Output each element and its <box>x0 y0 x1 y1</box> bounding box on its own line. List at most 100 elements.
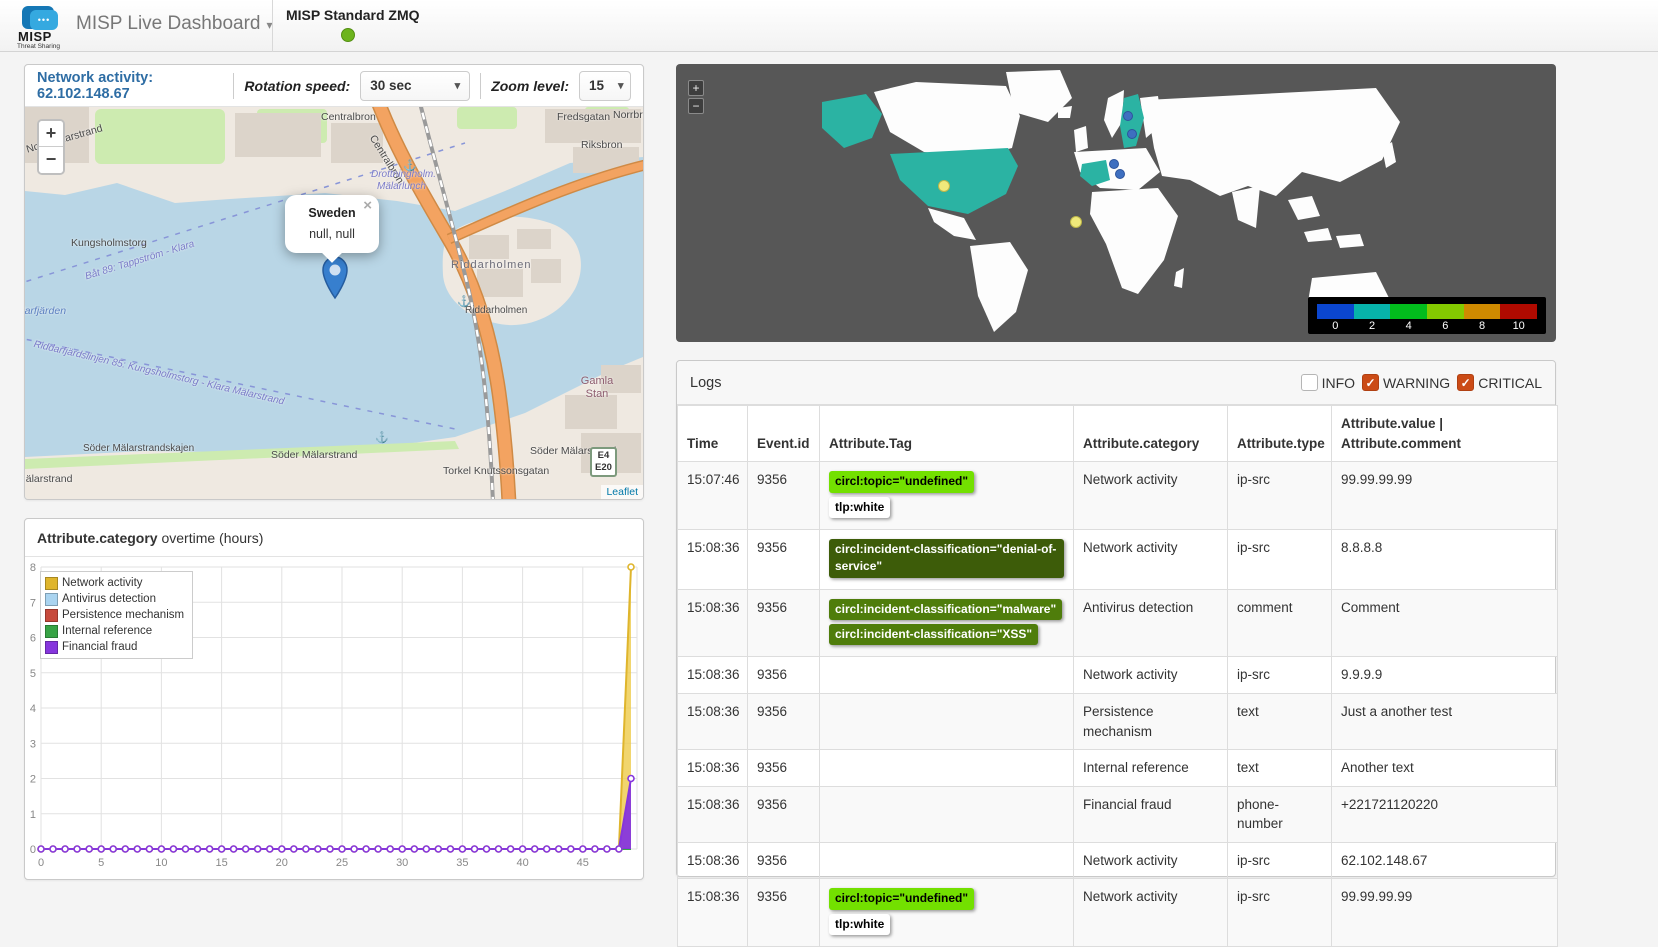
event-dot-yellow <box>939 181 950 192</box>
event-dot-yellow <box>1071 217 1082 228</box>
rotation-speed-value: 30 sec <box>370 78 440 93</box>
col-event-id: Event.id <box>748 406 820 462</box>
attribute-tag[interactable]: tlp:white <box>829 497 890 518</box>
leaflet-link[interactable]: Leaflet <box>606 486 638 498</box>
legend-label: Internal reference <box>62 625 152 637</box>
map-popup: × Sweden null, null <box>285 195 379 253</box>
cell-type: ip-src <box>1228 462 1332 530</box>
chevron-down-icon: ▾ <box>455 79 461 92</box>
legend-label: Antivirus detection <box>62 593 156 605</box>
svg-text:10: 10 <box>155 857 167 869</box>
cell-time: 15:08:36 <box>678 657 748 694</box>
popup-title: Sweden <box>293 206 371 220</box>
filter-label: INFO <box>1322 375 1355 391</box>
cell-event-id: 9356 <box>748 529 820 589</box>
cell-time: 15:08:36 <box>678 694 748 750</box>
map-marker-icon[interactable] <box>321 255 349 301</box>
info-checkbox[interactable]: ✓ <box>1301 374 1318 391</box>
world-zoom-control: + − <box>688 80 704 116</box>
cell-type: ip-src <box>1228 879 1332 947</box>
cell-time: 15:08:36 <box>678 529 748 589</box>
anchor-icon: ⚓ <box>457 295 471 308</box>
legend-item: Network activity <box>45 575 184 591</box>
legend-segment <box>1390 304 1427 319</box>
network-activity-map-panel: Network activity: 62.102.148.67 Rotation… <box>24 64 644 500</box>
map-label: Torkel Knutssonsgatan <box>443 465 549 477</box>
chart-panel: Attribute.category overtime (hours) 0510… <box>24 518 644 880</box>
table-row: 15:08:36 9356 Network activity ip-src 9.… <box>678 657 1558 694</box>
filter-label: CRITICAL <box>1478 375 1542 391</box>
cell-event-id: 9356 <box>748 786 820 842</box>
attribute-tag[interactable]: circl:incident-classification="malware" <box>829 599 1062 620</box>
legend-swatch <box>45 641 58 654</box>
legend-swatch <box>45 609 58 622</box>
header-divider <box>480 73 481 99</box>
filter-critical[interactable]: ✓ CRITICAL <box>1457 374 1542 391</box>
attribute-tag[interactable]: circl:incident-classification="XSS" <box>829 624 1038 645</box>
cell-tags: circl:incident-classification="malware" … <box>820 589 1074 657</box>
logs-header: Logs ✓ INFO ✓ WARNING ✓ CRITICAL <box>677 361 1555 405</box>
cell-event-id: 9356 <box>748 657 820 694</box>
zoom-out-button[interactable]: − <box>39 147 63 173</box>
table-row: 15:07:46 9356 circl:topic="undefined" tl… <box>678 462 1558 530</box>
zoom-in-button[interactable]: + <box>39 121 63 147</box>
cell-category: Antivirus detection <box>1074 589 1228 657</box>
legend-colorbar <box>1317 304 1537 319</box>
table-header-row: Time Event.id Attribute.Tag Attribute.ca… <box>678 406 1558 462</box>
table-row: 15:08:36 9356 Persistence mechanism text… <box>678 694 1558 750</box>
event-dot-blue <box>1110 160 1119 169</box>
zoom-in-button[interactable]: + <box>688 80 704 96</box>
filter-warning[interactable]: ✓ WARNING <box>1362 374 1450 391</box>
cell-time: 15:08:36 <box>678 842 748 879</box>
logo-subtext: Threat Sharing <box>17 43 60 50</box>
header-divider <box>233 73 234 99</box>
street-map-graphic <box>25 107 643 499</box>
street-map[interactable]: Centralbron Centralbron Fredsgatan Riksb… <box>25 107 643 499</box>
table-row: 15:08:36 9356 Financial fraud phone-numb… <box>678 786 1558 842</box>
attribute-tag[interactable]: circl:topic="undefined" <box>829 471 974 492</box>
cell-type: phone-number <box>1228 786 1332 842</box>
event-dot-blue <box>1116 170 1125 179</box>
rotation-speed-label: Rotation speed: <box>244 78 350 94</box>
cell-tags <box>820 842 1074 879</box>
legend-tick: 4 <box>1390 320 1427 332</box>
critical-checkbox[interactable]: ✓ <box>1457 374 1474 391</box>
filter-info[interactable]: ✓ INFO <box>1301 374 1355 391</box>
cell-event-id: 9356 <box>748 842 820 879</box>
legend-swatch <box>45 593 58 606</box>
attribute-tag[interactable]: circl:incident-classification="denial-of… <box>829 539 1064 578</box>
usa-shape <box>890 148 1018 214</box>
zoom-out-button[interactable]: − <box>688 98 704 114</box>
cell-tags <box>820 750 1074 787</box>
map-label: Söder Mälarstrandskajen <box>83 443 194 454</box>
anchor-icon: ⚓ <box>403 159 417 172</box>
warning-checkbox[interactable]: ✓ <box>1362 374 1379 391</box>
cell-tags <box>820 694 1074 750</box>
cell-type: ip-src <box>1228 657 1332 694</box>
close-icon[interactable]: × <box>363 198 372 213</box>
map-label: Riddarholmen <box>451 259 531 271</box>
zoom-level-select[interactable]: 15 ▾ <box>579 71 631 101</box>
brand-dropdown[interactable]: MISP Live Dashboard▾ <box>76 13 273 35</box>
cell-type: text <box>1228 694 1332 750</box>
attribute-tag[interactable]: circl:topic="undefined" <box>829 888 974 909</box>
navbar: ••• MISP Threat Sharing MISP Live Dashbo… <box>0 0 1658 52</box>
world-map[interactable]: + − 0 2 4 6 8 10 <box>676 64 1556 342</box>
svg-text:35: 35 <box>456 857 468 869</box>
legend-segment <box>1500 304 1537 319</box>
table-row: 15:08:36 9356 Internal reference text An… <box>678 750 1558 787</box>
table-row: 15:08:36 9356 Network activity ip-src 62… <box>678 842 1558 879</box>
cell-type: comment <box>1228 589 1332 657</box>
rotation-speed-select[interactable]: 30 sec ▾ <box>360 71 470 101</box>
svg-text:4: 4 <box>30 703 36 715</box>
asia-shape <box>1146 88 1400 196</box>
cell-value: 9.9.9.9 <box>1332 657 1558 694</box>
cell-value: Just a another test <box>1332 694 1558 750</box>
svg-text:15: 15 <box>215 857 227 869</box>
leaflet-attribution: Leaflet <box>601 485 643 499</box>
attribute-tag[interactable]: tlp:white <box>829 914 890 935</box>
svg-text:1: 1 <box>30 809 36 821</box>
cell-value: 99.99.99.99 <box>1332 879 1558 947</box>
event-dot-blue <box>1124 112 1133 121</box>
canada-shape <box>874 82 1020 158</box>
